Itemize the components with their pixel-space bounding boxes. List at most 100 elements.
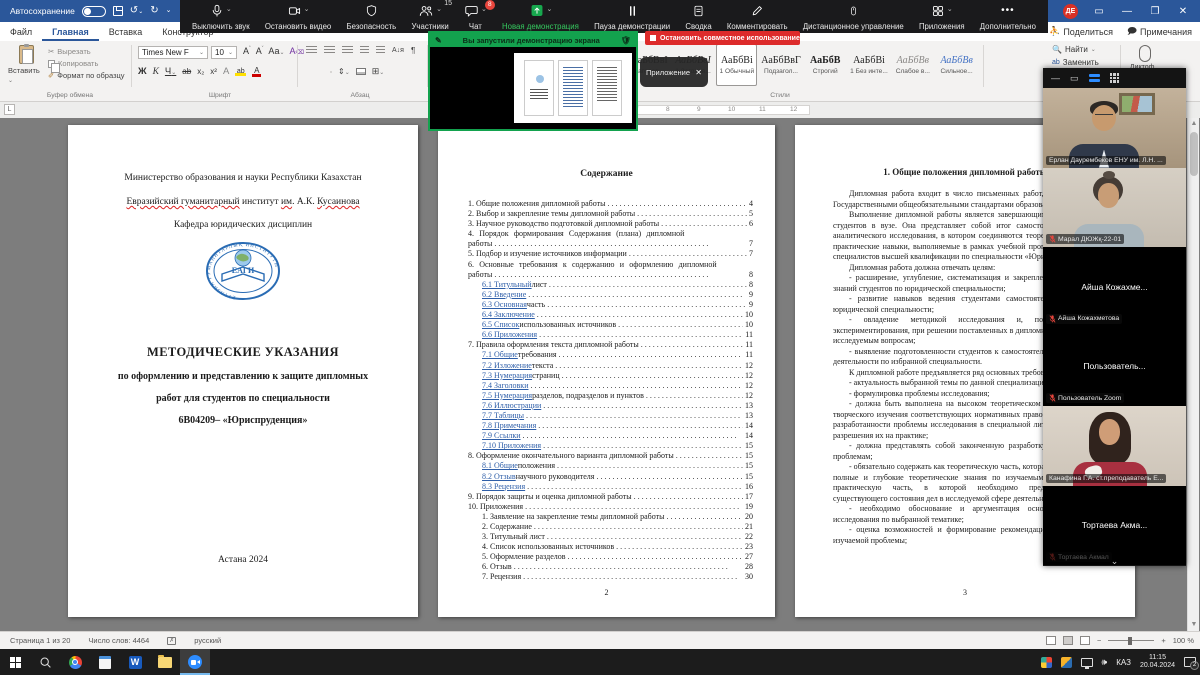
video-tile[interactable]: Ерлан Даурембеков ЕНУ им. Л.Н. ... [1043,88,1186,168]
grow-font-button[interactable]: Аˆ [243,46,251,56]
video-tile[interactable]: Марал ДЮЖқ-22-01 [1043,168,1186,248]
toc-entry[interactable]: 3. Титульный лист 22 [468,532,753,542]
find-button[interactable]: 🔍Найти⌄ [1052,45,1099,54]
scrollbar-thumb[interactable] [1190,132,1198,176]
tab-file[interactable]: Файл [0,22,42,41]
apps-tooltip[interactable]: Приложение ✕ [640,57,708,87]
justify-button[interactable] [330,71,332,73]
web-layout-icon[interactable] [1080,636,1090,645]
taskbar-zoom[interactable] [180,649,210,675]
video-tile[interactable]: Айша Кожахме... Айша Кожахметова [1043,247,1186,327]
style-chip[interactable]: АаБбВв Сильное... [936,44,977,86]
close-button[interactable]: ✕ [1176,6,1190,17]
bullets-button[interactable] [306,46,317,55]
style-chip[interactable]: АаБбВі 1 Без инте... [849,44,890,86]
toc-entry[interactable]: 4. Список использованных источников 23 [468,542,753,552]
language-switcher[interactable]: КАЗ [1116,658,1131,667]
network-display-icon[interactable] [1081,658,1093,667]
replace-button[interactable]: abЗаменить [1052,58,1099,67]
toc-entry[interactable]: 8.3 Рецензия 16 [468,482,753,492]
toc-entry[interactable]: 7. Рецензия 30 [468,572,753,582]
strikethrough-button[interactable]: ab [182,67,191,76]
paste-button[interactable]: Вставить ⌄ [8,45,44,93]
style-chip[interactable]: АаБбВв Слабое в... [892,44,933,86]
toc-entry[interactable]: 4. Порядок формирования Содержания (план… [468,229,753,239]
align-left-button[interactable] [306,71,308,73]
zoom-slider-thumb[interactable] [1128,637,1132,645]
font-name-select[interactable]: Times New F⌄ [138,46,208,59]
speaker-view-icon[interactable] [1089,73,1100,83]
decrease-indent-button[interactable] [360,46,369,55]
scroll-down-icon[interactable]: ▼ [1188,619,1200,631]
cut-button[interactable]: ✂Вырезать [48,47,125,56]
autosave-toggle[interactable] [82,6,106,17]
toc-entry[interactable]: 6.3 Основная часть 9 [468,300,753,310]
increase-indent-button[interactable] [376,46,385,55]
page-indicator[interactable]: Страница 1 из 20 [10,636,70,645]
document-area[interactable]: Министерство образования и науки Республ… [0,118,1200,631]
panel-minimize-icon[interactable]: — [1051,74,1060,83]
toc-entry[interactable]: 6.6 Приложения 11 [468,330,753,340]
toc-entry[interactable]: 7.3 Нумерация страниц 12 [468,371,753,381]
tab-home[interactable]: Главная [42,22,99,41]
show-marks-button[interactable]: ¶ [411,46,415,55]
undo-icon[interactable]: ↺⌄ [130,6,143,17]
zoom-level[interactable]: 100 % [1173,636,1194,645]
account-avatar[interactable]: ДЕ [1063,4,1078,19]
more-button[interactable]: ••• Дополнительно [978,2,1038,32]
participants-button[interactable]: 15⌄ Участники [409,2,450,32]
highlight-button[interactable]: ab [235,68,246,76]
taskbar-explorer[interactable] [150,649,180,675]
toc-entry[interactable]: 7.4 Заголовки 12 [468,381,753,391]
word-count[interactable]: Число слов: 4464 [88,636,149,645]
text-effects-button[interactable]: А [223,66,229,77]
toc-entry[interactable]: 7.7 Таблицы 13 [468,411,753,421]
stop-share-button[interactable]: Остановить совместное использование [645,31,800,45]
taskbar-chrome[interactable] [60,649,90,675]
style-chip[interactable]: АаБбВі 1 Обычный [716,44,757,86]
print-layout-icon[interactable] [1063,636,1073,645]
multilevel-list-button[interactable] [342,46,353,55]
toc-entry[interactable]: 8.1 Общие положения 15 [468,461,753,471]
scroll-up-icon[interactable]: ▲ [1188,118,1200,130]
security-button[interactable]: Безопасность [345,2,399,32]
align-center-button[interactable] [314,71,316,73]
toc-entry[interactable]: 2. Выбор и закрепление темы дипломной ра… [468,209,753,219]
document-page-1[interactable]: Министерство образования и науки Республ… [68,125,418,617]
toc-entry[interactable]: 7.2 Изложение текста 12 [468,361,753,371]
tray-app-icon-1[interactable] [1041,657,1052,668]
italic-button[interactable]: К [153,67,159,77]
toc-entry[interactable]: 7.8 Примечания 14 [468,421,753,431]
borders-button[interactable]: ⊞⌄ [372,66,385,77]
vertical-scrollbar[interactable]: ▲ ▼ [1187,118,1199,631]
toc-entry[interactable]: 7.10 Приложения 15 [468,441,753,451]
clock[interactable]: 11:15 20.04.2024 [1140,654,1175,671]
style-chip[interactable]: АаБбВвГ Подзагол... [760,44,802,86]
document-page-2[interactable]: Содержание 1. Общие положения дипломной … [438,125,775,617]
bold-button[interactable]: Ж [138,66,147,77]
style-chip[interactable]: АаБбВ Строгий [805,44,846,86]
ribbon-display-icon[interactable]: ▭ [1092,6,1106,17]
line-spacing-button[interactable]: ⇕⌄ [338,67,350,76]
panel-collapse-chevron-icon[interactable]: ⌄ [1043,557,1186,566]
volume-icon[interactable]: 🕪 [1102,657,1108,668]
toc-entry[interactable]: 6.5 Список использованных источников 10 [468,320,753,330]
new-share-button[interactable]: ⌄ Новая демонстрация [500,2,581,32]
chat-button[interactable]: 8⌄ Чат [462,2,489,32]
comments-button[interactable]: 🗩Примечания [1127,24,1192,40]
toc-entry[interactable]: 1. Заявление на закрепление темы дипломн… [468,512,753,522]
video-tile[interactable]: Канафина Г.А. ст.преподаватель Е... [1043,406,1186,486]
read-mode-icon[interactable] [1046,636,1056,645]
stop-video-button[interactable]: ⌄ Остановить видео [263,2,333,32]
toc-entry[interactable]: 9. Порядок защиты и оценка дипломной раб… [468,492,753,502]
language-indicator[interactable]: русский [194,636,221,645]
apps-button[interactable]: ⌄ Приложения [917,2,967,32]
toc-entry[interactable]: 6.2 Введение 9 [468,290,753,300]
copy-button[interactable]: Копировать [48,59,125,68]
toc-entry[interactable]: 7.1 Общие требования 11 [468,350,753,360]
sort-button[interactable]: А↓я [392,47,404,54]
tab-selector[interactable]: L [4,104,15,115]
font-size-select[interactable]: 10⌄ [211,46,237,59]
annotate-button[interactable]: Комментировать [725,2,790,32]
toc-entry[interactable]: 7.9 Ссылки 14 [468,431,753,441]
